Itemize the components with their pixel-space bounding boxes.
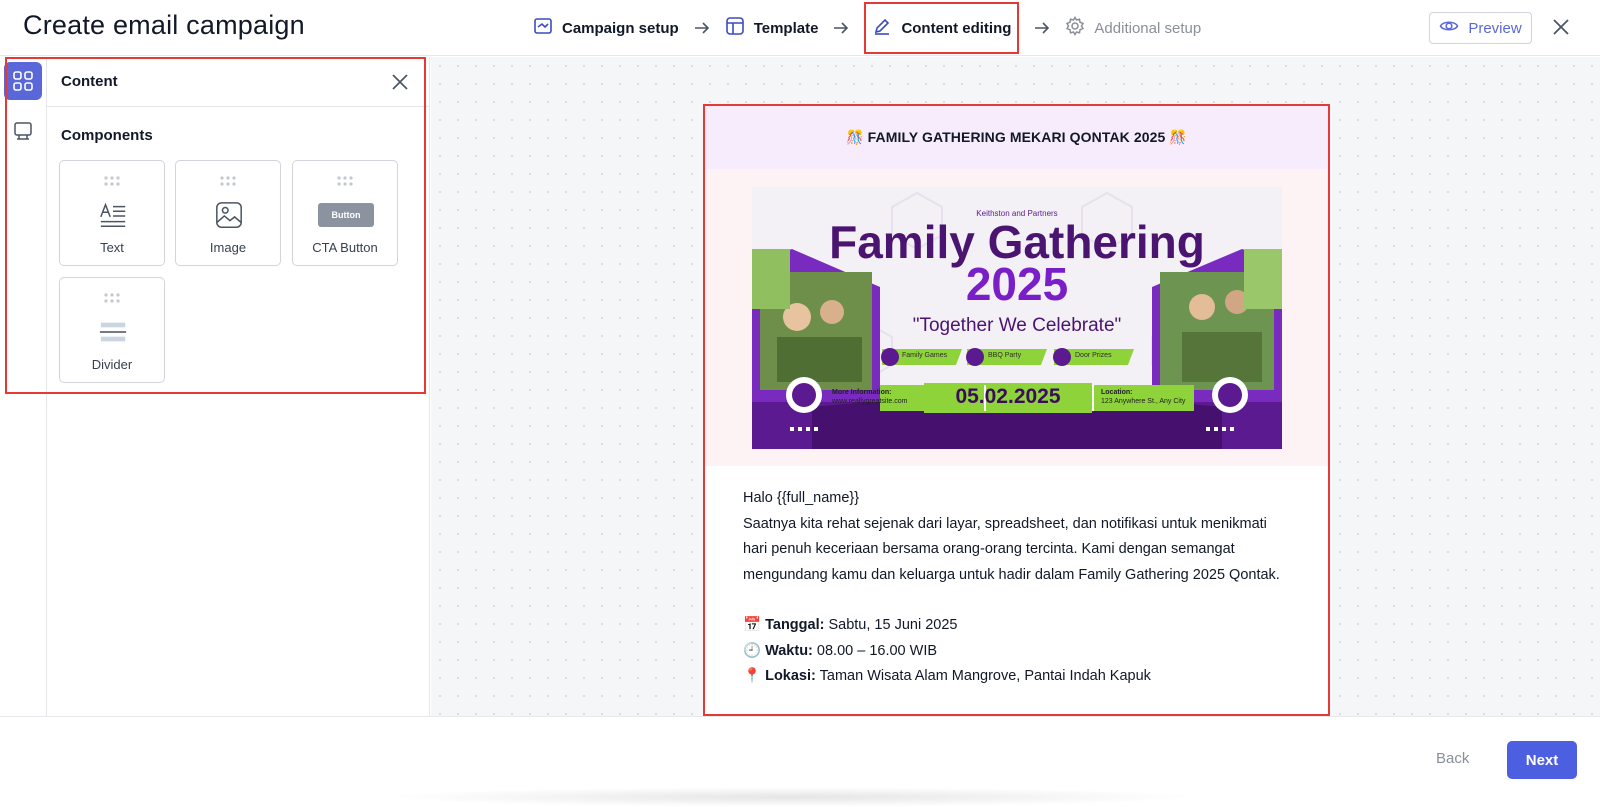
calendar-icon: 📅 [743, 617, 762, 633]
layout-block-icon [14, 122, 32, 140]
eye-icon [1439, 16, 1459, 40]
detail-label: Waktu: [765, 642, 813, 659]
grid-icon [13, 71, 33, 91]
detail-value: Sabtu, 15 Juni 2025 [828, 617, 958, 633]
template-icon [725, 16, 745, 40]
pin-icon: 📍 [743, 668, 762, 684]
hero-title-line2: 2025 [965, 258, 1069, 310]
arrow-right-icon [1033, 19, 1051, 37]
hero-info-value: www.reallygreatsite.com [832, 398, 908, 405]
back-button[interactable]: Back [1436, 750, 1469, 767]
close-icon[interactable] [390, 72, 410, 92]
step-content-editing[interactable]: Content editing [864, 2, 1020, 54]
component-cta-button[interactable]: Button CTA Button [292, 160, 398, 266]
hero-info-label: More Information: [832, 389, 892, 396]
button-chip: Button [318, 203, 374, 227]
email-text-block[interactable]: Halo {{full_name}} Saatnya kita rehat se… [705, 466, 1328, 710]
drag-handle-icon[interactable] [335, 175, 355, 187]
component-text[interactable]: Text [59, 160, 165, 266]
preview-label: Preview [1468, 19, 1522, 37]
divider-icon [97, 316, 129, 348]
campaign-setup-icon [533, 16, 553, 40]
hero-date: 05.02.2025 [955, 385, 1061, 408]
components-tab-button[interactable] [4, 62, 42, 100]
step-label: Content editing [901, 19, 1012, 37]
hero-image[interactable]: Keithston and Partners Family Gathering … [752, 187, 1282, 449]
hero-location-value: 123 Anywhere St., Any City [1101, 398, 1186, 405]
email-preview[interactable]: 🎊 FAMILY GATHERING MEKARI QONTAK 2025 🎊 [703, 104, 1330, 716]
step-campaign-setup[interactable]: Campaign setup [533, 16, 679, 40]
drag-handle-icon[interactable] [102, 292, 122, 304]
components-heading: Components [61, 127, 153, 144]
next-button[interactable]: Next [1507, 741, 1577, 779]
detail-row-location: 📍 Lokasi: Taman Wisata Alam Mangrove, Pa… [743, 664, 1290, 690]
drag-handle-icon[interactable] [102, 175, 122, 187]
component-label: CTA Button [312, 240, 378, 255]
content-panel-header: Content [47, 57, 430, 107]
close-icon[interactable] [1550, 16, 1572, 38]
header: Create email campaign Campaign setup Tem… [0, 0, 1600, 56]
detail-label: Tanggal: [765, 617, 825, 633]
detail-row-date: 📅 Tanggal: Sabtu, 15 Juni 2025 [743, 613, 1290, 639]
drag-handle-icon[interactable] [218, 175, 238, 187]
text-icon [97, 199, 129, 231]
step-label: Template [753, 19, 819, 37]
image-icon [213, 199, 245, 231]
footer: Back Next [0, 716, 1600, 807]
email-hero-section[interactable]: Keithston and Partners Family Gathering … [705, 169, 1328, 466]
step-additional-setup[interactable]: Additional setup [1065, 16, 1201, 40]
page-title: Create email campaign [23, 10, 305, 40]
blocks-tab-button[interactable] [12, 120, 34, 142]
hero-tag: Door Prizes [1075, 352, 1112, 359]
detail-value: 08.00 – 16.00 WIB [816, 642, 938, 659]
content-panel-title: Content [61, 73, 118, 90]
component-image[interactable]: Image [175, 160, 281, 266]
component-label: Divider [91, 357, 133, 372]
email-banner[interactable]: 🎊 FAMILY GATHERING MEKARI QONTAK 2025 🎊 [705, 106, 1328, 169]
email-greeting: Halo {{full_name}} [743, 490, 860, 506]
left-rail [0, 57, 47, 716]
pencil-icon [872, 16, 892, 40]
detail-value: Taman Wisata Alam Mangrove, Pantai Indah… [819, 668, 1151, 684]
arrow-right-icon [832, 19, 850, 37]
hero-tag: BBQ Party [988, 352, 1022, 359]
gear-icon [1065, 16, 1085, 40]
component-divider[interactable]: Divider [59, 277, 165, 383]
step-label: Campaign setup [562, 19, 679, 37]
preview-button[interactable]: Preview [1429, 12, 1532, 44]
hero-tag: Family Games [902, 352, 948, 359]
editor-canvas[interactable]: 🎊 FAMILY GATHERING MEKARI QONTAK 2025 🎊 [431, 57, 1600, 716]
step-template[interactable]: Template [725, 16, 819, 40]
button-icon: Button [318, 199, 374, 231]
clock-icon: 🕘 [743, 642, 762, 659]
stepper: Campaign setup Template Content editing [533, 0, 1201, 56]
scroll-shadow [380, 787, 1200, 807]
component-label: Image [209, 240, 247, 255]
component-label: Text [100, 240, 124, 255]
hero-location-label: Location: [1101, 389, 1133, 396]
arrow-right-icon [693, 19, 711, 37]
email-paragraph: Saatnya kita rehat sejenak dari layar, s… [743, 515, 1280, 583]
content-panel: Content Components Text Image Button CTA… [47, 57, 430, 716]
detail-row-time: 🕘 Waktu: 08.00 – 16.00 WIB [743, 639, 1290, 665]
step-label: Additional setup [1094, 19, 1202, 37]
hero-tagline: "Together We Celebrate" [912, 315, 1122, 336]
detail-label: Lokasi: [765, 668, 816, 684]
